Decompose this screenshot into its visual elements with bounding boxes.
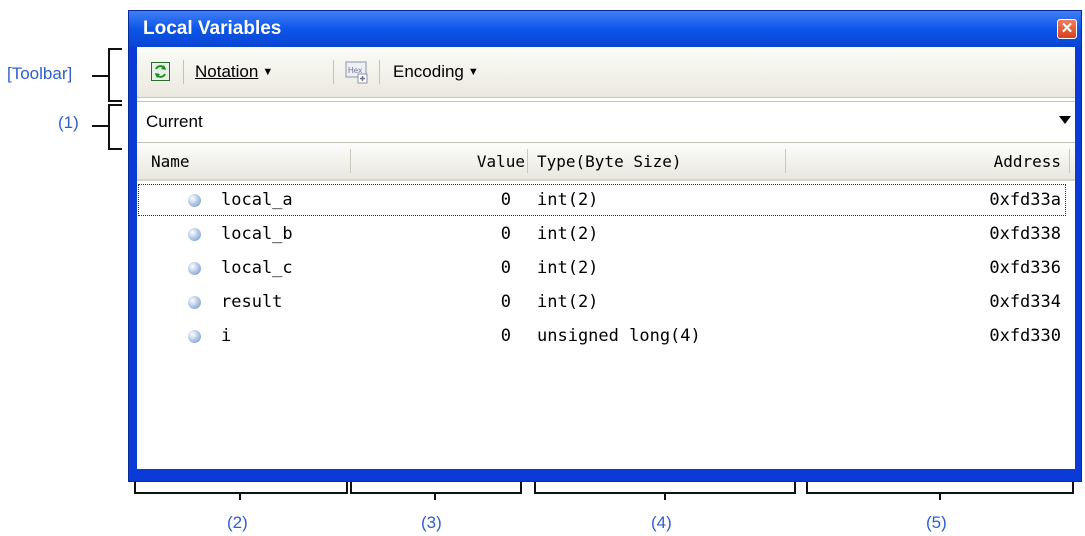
variable-address: 0xfd334 — [989, 292, 1061, 312]
scope-dropdown-value: Current — [146, 112, 203, 131]
variable-address: 0xfd33a — [989, 190, 1061, 210]
variable-name: local_a — [221, 190, 293, 210]
item3-tick — [434, 492, 436, 500]
item3-callout: (3) — [421, 513, 442, 532]
variable-type: int(2) — [537, 190, 599, 210]
column-divider[interactable] — [350, 149, 351, 173]
toolbar-separator — [379, 60, 380, 84]
toolbar-bracket — [108, 48, 122, 102]
item1-callout-line — [92, 125, 108, 127]
encoding-menu[interactable]: Encoding ▼ — [393, 62, 479, 82]
item4-tick — [664, 492, 666, 500]
dropdown-arrow-icon[interactable] — [1059, 116, 1071, 124]
variable-icon — [188, 330, 201, 343]
toolbar-separator — [333, 60, 334, 84]
item2-callout: (2) — [227, 513, 248, 532]
toolbar: Notation ▼ Hex Encoding ▼ — [137, 47, 1075, 98]
variable-icon — [188, 262, 201, 275]
toolbar-callout-line — [92, 75, 108, 77]
grid-header: Name Value Type(Byte Size) Address — [137, 143, 1075, 181]
item2-bracket — [134, 482, 348, 494]
table-row[interactable]: local_c 0 int(2) 0xfd336 — [137, 251, 1067, 285]
hex-icon[interactable]: Hex — [345, 60, 369, 84]
column-divider[interactable] — [1069, 149, 1070, 173]
table-row[interactable]: result 0 int(2) 0xfd334 — [137, 285, 1067, 319]
close-icon[interactable]: ✕ — [1057, 19, 1077, 39]
scope-dropdown[interactable]: Current — [137, 101, 1075, 143]
column-divider[interactable] — [785, 149, 786, 173]
variable-type: unsigned long(4) — [537, 326, 701, 346]
item1-callout: (1) — [58, 113, 79, 132]
refresh-icon-graphic — [155, 65, 166, 78]
notation-menu[interactable]: Notation ▼ — [195, 62, 273, 82]
variables-grid: Name Value Type(Byte Size) Address local… — [137, 143, 1075, 469]
item5-tick — [939, 492, 941, 500]
window-client-area: Notation ▼ Hex Encoding ▼ Current Name V… — [137, 47, 1075, 469]
column-header-address[interactable]: Address — [994, 152, 1061, 171]
variable-value[interactable]: 0 — [501, 258, 511, 278]
local-variables-window: Local Variables ✕ Notation ▼ Hex Encodin… — [128, 10, 1082, 482]
item5-callout: (5) — [926, 513, 947, 532]
column-divider[interactable] — [527, 149, 528, 173]
column-header-type[interactable]: Type(Byte Size) — [537, 152, 682, 171]
variable-address: 0xfd338 — [989, 224, 1061, 244]
chevron-down-icon: ▼ — [467, 66, 479, 78]
variable-type: int(2) — [537, 224, 599, 244]
variable-value[interactable]: 0 — [501, 190, 511, 210]
variable-name: i — [221, 326, 232, 346]
variable-address: 0xfd330 — [989, 326, 1061, 346]
column-header-name[interactable]: Name — [151, 152, 190, 171]
variable-name: local_c — [221, 258, 293, 278]
encoding-label: Encoding — [393, 62, 464, 81]
title-bar[interactable]: Local Variables ✕ — [129, 11, 1081, 47]
variable-icon — [188, 296, 201, 309]
variable-icon — [188, 228, 201, 241]
refresh-icon[interactable] — [151, 62, 170, 81]
variable-value[interactable]: 0 — [501, 292, 511, 312]
table-row[interactable]: i 0 unsigned long(4) 0xfd330 — [137, 319, 1067, 353]
item1-bracket — [108, 104, 122, 150]
item2-tick — [239, 492, 241, 500]
column-header-value[interactable]: Value — [477, 152, 525, 171]
variable-name: result — [221, 292, 283, 312]
notation-label: Notation — [195, 62, 259, 81]
variable-type: int(2) — [537, 292, 599, 312]
window-title: Local Variables — [143, 18, 282, 39]
variable-value[interactable]: 0 — [501, 224, 511, 244]
variable-icon — [188, 194, 201, 207]
chevron-down-icon: ▼ — [262, 66, 274, 78]
variable-name: local_b — [221, 224, 293, 244]
variable-value[interactable]: 0 — [501, 326, 511, 346]
variable-type: int(2) — [537, 258, 599, 278]
table-row[interactable]: local_b 0 int(2) 0xfd338 — [137, 217, 1067, 251]
hex-icon-graphic: Hex — [345, 61, 368, 84]
variable-address: 0xfd336 — [989, 258, 1061, 278]
table-row[interactable]: local_a 0 int(2) 0xfd33a — [137, 183, 1067, 217]
item4-callout: (4) — [651, 513, 672, 532]
toolbar-callout: [Toolbar] — [7, 64, 73, 83]
toolbar-separator — [183, 60, 184, 84]
item3-bracket — [350, 482, 522, 494]
